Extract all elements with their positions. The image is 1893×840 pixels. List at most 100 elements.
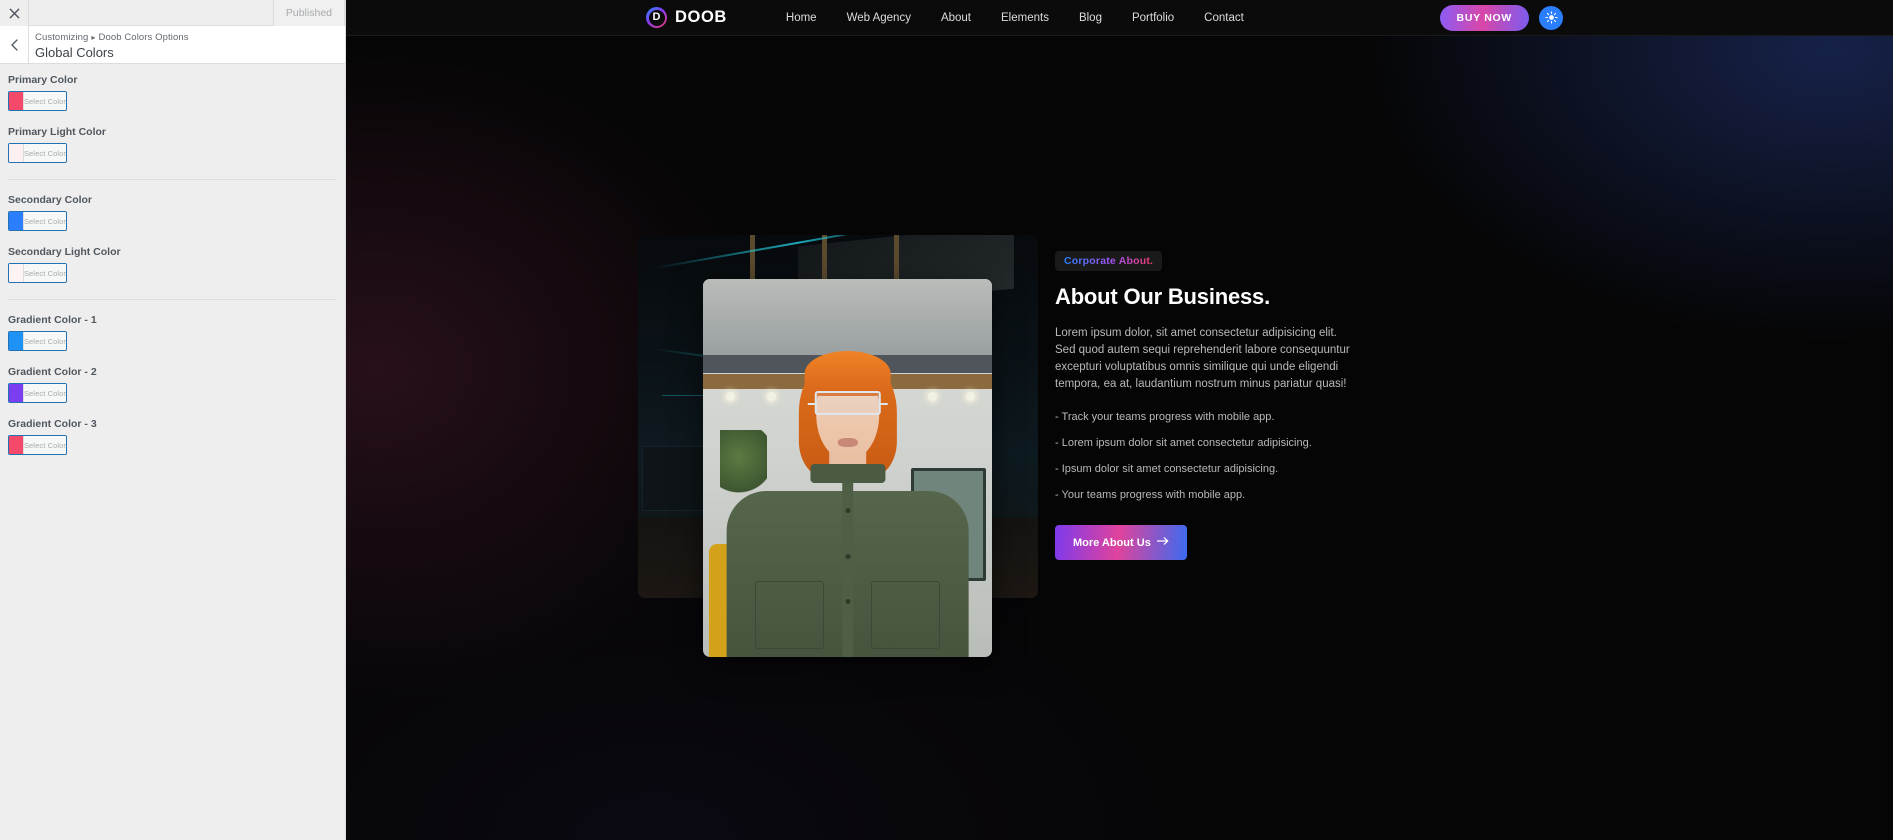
header-actions: BUY NOW [1439,4,1563,31]
control-label: Secondary Light Color [8,246,121,258]
portrait-photo [703,279,992,657]
site-preview: D DOOB Home Web Agency About Elements Bl… [346,0,1893,840]
shirt-button [845,553,850,559]
ceiling [703,279,992,355]
list-item: - Ipsum dolor sit amet consectetur adipi… [1055,463,1279,475]
about-feature-list: - Track your teams progress with mobile … [1055,411,1355,502]
select-color-button[interactable]: Select Color [22,212,66,230]
select-color-button[interactable]: Select Color [22,264,66,282]
close-icon[interactable] [0,0,29,26]
site-logo[interactable]: D DOOB [646,7,727,28]
nav-item-about[interactable]: About [926,0,986,36]
list-item: - Track your teams progress with mobile … [1055,411,1275,423]
nav-item-contact[interactable]: Contact [1189,0,1259,36]
color-picker-secondary-light-color[interactable]: Select Color [8,263,67,283]
color-picker-secondary-color[interactable]: Select Color [8,211,67,231]
divider [8,299,337,300]
more-about-us-label: More About Us [1073,536,1151,549]
breadcrumb: Customizing ▸ Doob Colors Options [35,31,345,44]
control-gradient-color-2: Gradient Color - 2 Select Color [8,366,337,407]
customizer-topbar: Published [0,0,345,26]
customizer-panel-header: Customizing ▸ Doob Colors Options Global C… [0,26,345,64]
breadcrumb-root: Customizing [35,32,89,43]
site-nav: Home Web Agency About Elements Blog Port… [771,0,1259,36]
chevron-left-icon[interactable] [0,26,29,63]
nav-item-web-agency[interactable]: Web Agency [832,0,926,36]
color-group-secondary: Secondary Color Select Color Secondary L… [0,194,345,287]
color-picker-primary-color[interactable]: Select Color [8,91,67,111]
page-title: Global Colors [35,45,114,60]
divider [8,179,337,180]
shirt-pocket [755,581,825,650]
control-gradient-color-3: Gradient Color - 3 Select Color [8,418,337,459]
control-label: Primary Light Color [8,126,107,138]
glasses [807,390,888,416]
site-header: D DOOB Home Web Agency About Elements Bl… [346,0,1893,36]
about-paragraph: Lorem ipsum dolor, sit amet consectetur … [1055,327,1350,390]
color-group-gradient: Gradient Color - 1 Select Color Gradient… [0,314,345,459]
section-badge: Corporate About. [1055,251,1163,271]
about-text-block: Corporate About. About Our Business. Lor… [1055,251,1355,560]
color-picker-gradient-color-1[interactable]: Select Color [8,331,67,351]
about-inner: Corporate About. About Our Business. Lor… [346,36,1893,840]
color-swatch[interactable] [9,212,23,230]
about-image-front [703,279,992,657]
arrow-right-icon [1156,536,1169,549]
customizer-sidebar: Published Customizing ▸ Doob Colors Option… [0,0,346,840]
control-primary-color: Primary Color Select Color [8,74,337,115]
shirt-button [845,599,850,605]
nav-item-home[interactable]: Home [771,0,832,36]
plant [720,430,767,499]
control-primary-light-color: Primary Light Color Select Color [8,126,337,167]
published-status[interactable]: Published [272,0,345,26]
color-swatch[interactable] [9,384,23,402]
control-label: Secondary Color [8,194,93,206]
panel-titles: Customizing ▸ Doob Colors Options Global C… [29,26,345,63]
breadcrumb-section: Doob Colors Options [98,32,189,43]
select-color-button[interactable]: Select Color [22,384,66,402]
more-about-us-button[interactable]: More About Us [1055,525,1187,560]
control-label: Gradient Color - 1 [8,314,97,326]
select-color-button[interactable]: Select Color [22,436,66,454]
color-swatch[interactable] [9,264,23,282]
control-secondary-light-color: Secondary Light Color Select Color [8,246,337,287]
brand-name: DOOB [675,8,727,26]
color-swatch[interactable] [9,144,23,162]
about-heading: About Our Business. [1055,284,1270,309]
color-picker-gradient-color-3[interactable]: Select Color [8,435,67,455]
hair-top [804,350,891,397]
select-color-button[interactable]: Select Color [22,144,66,162]
nav-item-blog[interactable]: Blog [1064,0,1117,36]
logo-icon: D [646,7,667,28]
screen: Published Customizing ▸ Doob Colors Option… [0,0,1893,840]
control-gradient-color-1: Gradient Color - 1 Select Color [8,314,337,355]
about-section: Corporate About. About Our Business. Lor… [346,36,1893,840]
color-picker-primary-light-color[interactable]: Select Color [8,143,67,163]
control-label: Gradient Color - 3 [8,418,97,430]
customizer-controls: Primary Color Select Color Primary Light… [0,64,345,840]
shirt-pocket [870,581,940,650]
shirt-collar [809,464,886,484]
select-color-button[interactable]: Select Color [22,92,66,110]
color-swatch[interactable] [9,436,23,454]
mouth [837,437,858,448]
select-color-button[interactable]: Select Color [22,332,66,350]
nav-item-portfolio[interactable]: Portfolio [1117,0,1189,36]
list-item: - Lorem ipsum dolor sit amet consectetur… [1055,437,1312,449]
color-group-primary: Primary Color Select Color Primary Light… [0,74,345,167]
control-label: Gradient Color - 2 [8,366,97,378]
control-label: Primary Color [8,74,78,86]
site-canvas: D DOOB Home Web Agency About Elements Bl… [346,0,1893,840]
shirt-button [845,508,850,514]
color-picker-gradient-color-2[interactable]: Select Color [8,383,67,403]
sun-icon[interactable] [1539,5,1563,30]
list-item: - Your teams progress with mobile app. [1055,489,1246,501]
buy-now-button[interactable]: BUY NOW [1439,4,1529,31]
color-swatch[interactable] [9,92,23,110]
section-badge-label: Corporate About. [1064,255,1154,267]
control-secondary-color: Secondary Color Select Color [8,194,337,235]
color-swatch[interactable] [9,332,23,350]
nav-item-elements[interactable]: Elements [986,0,1064,36]
breadcrumb-separator: ▸ [91,33,96,42]
